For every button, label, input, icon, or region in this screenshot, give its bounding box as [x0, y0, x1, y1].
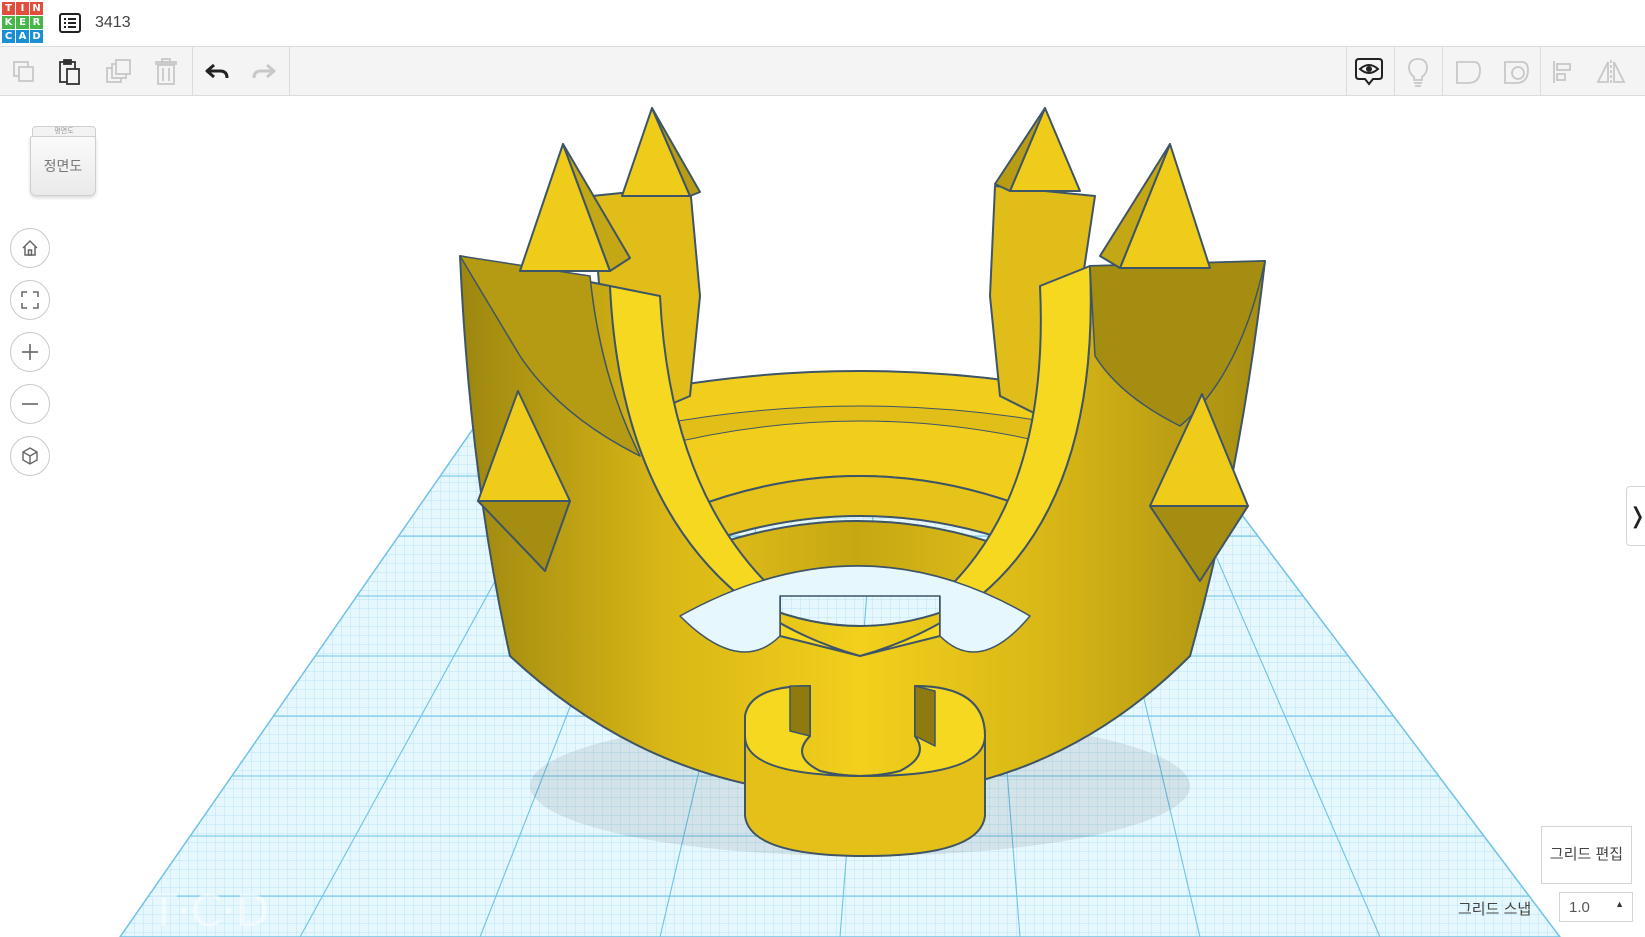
copy-button[interactable] [8, 56, 40, 88]
mirror-button[interactable] [1595, 56, 1627, 88]
logo-letter: K [2, 16, 15, 29]
align-icon [1553, 61, 1571, 83]
list-icon [59, 13, 81, 33]
redo-button[interactable] [248, 56, 280, 88]
workplane-watermark: T·C·D [149, 886, 269, 937]
copy-icon [13, 61, 34, 82]
zoom-out-icon [22, 403, 38, 405]
logo-letter: I [16, 2, 29, 15]
undo-icon [205, 63, 229, 79]
logo-letter: E [16, 16, 29, 29]
view-cube-front[interactable]: 정면도 [30, 136, 96, 196]
design-title[interactable]: 3413 [95, 14, 131, 32]
light-button[interactable] [1402, 56, 1434, 88]
notes-button[interactable] [1353, 56, 1385, 88]
home-icon [22, 239, 38, 256]
logo-letter: C [2, 30, 15, 43]
edit-grid-button[interactable]: 그리드 편집 [1541, 826, 1632, 884]
undo-button[interactable] [201, 56, 233, 88]
top-bar: T I N K E R C A D 3413 [0, 0, 1645, 47]
perspective-cube-icon [22, 447, 38, 465]
logo-letter: T [2, 2, 15, 15]
mirror-icon [1596, 60, 1626, 84]
right-panel-toggle[interactable]: ❭ [1626, 486, 1645, 546]
solid-shape-icon [1456, 61, 1481, 84]
edit-toolbar [0, 47, 1645, 96]
logo-letter: N [30, 2, 43, 15]
toolbar-divider [1394, 47, 1395, 95]
hole-shape-icon [1504, 61, 1529, 84]
caret-up-icon: ▲ [1615, 899, 1624, 909]
chevron-right-icon: ❭ [1628, 503, 1645, 528]
align-button[interactable] [1548, 56, 1580, 88]
toolbar-divider [192, 47, 193, 95]
delete-button[interactable] [150, 56, 182, 88]
hole-button[interactable] [1500, 56, 1532, 88]
logo-letter: D [30, 30, 43, 43]
workplane-area[interactable]: T·C·D 평면도 정면도 ❭ 그리드 편집 그리드 스냅 1.0 ▲ [0, 96, 1645, 937]
fit-view-icon [21, 291, 39, 309]
home-view-button[interactable] [10, 228, 50, 268]
logo-letter: A [16, 30, 29, 43]
toolbar-divider [1442, 47, 1443, 95]
zoom-out-button[interactable] [10, 384, 50, 424]
zoom-in-icon [22, 344, 38, 360]
duplicate-button[interactable] [102, 56, 134, 88]
paste-button[interactable] [54, 56, 86, 88]
tinkercad-logo[interactable]: T I N K E R C A D [2, 2, 45, 45]
perspective-button[interactable] [10, 436, 50, 476]
solid-button[interactable] [1452, 56, 1484, 88]
lightbulb-icon [1408, 58, 1428, 87]
logo-letter: R [30, 16, 43, 29]
duplicate-icon [106, 59, 131, 83]
zoom-in-button[interactable] [10, 332, 50, 372]
paste-icon [59, 59, 80, 85]
toolbar-divider [1346, 47, 1347, 95]
toolbar-divider [1540, 47, 1541, 95]
grid-snap-label: 그리드 스냅 [1458, 901, 1532, 918]
3d-scene[interactable]: T·C·D [0, 96, 1645, 937]
view-cube[interactable]: 평면도 정면도 [30, 126, 96, 198]
grid-snap-value: 1.0 [1569, 899, 1590, 916]
fit-view-button[interactable] [10, 280, 50, 320]
eye-bubble-icon [1355, 58, 1383, 86]
design-list-button[interactable] [58, 11, 82, 35]
toolbar-divider [289, 47, 290, 95]
trash-icon [155, 58, 177, 85]
grid-snap-select[interactable]: 1.0 ▲ [1559, 892, 1633, 922]
redo-icon [252, 63, 276, 79]
